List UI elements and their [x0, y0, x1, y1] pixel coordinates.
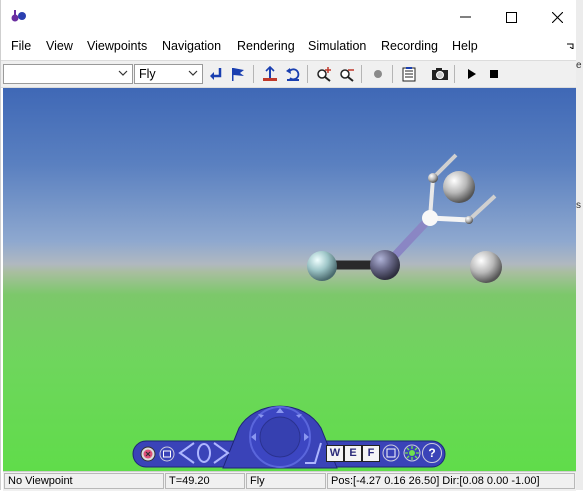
toolbar-separator [392, 65, 393, 83]
stop-icon [490, 70, 498, 78]
examine-mode-button[interactable]: E [344, 445, 362, 462]
close-icon [551, 11, 563, 23]
notes-icon [402, 67, 416, 82]
undo-move-button[interactable] [283, 64, 303, 84]
camera-icon [432, 68, 448, 80]
zoom-in-button[interactable] [314, 64, 334, 84]
title-bar [1, 0, 576, 34]
play-button[interactable] [461, 64, 481, 84]
viewer-window: File View Viewpoints Navigation Renderin… [0, 0, 576, 491]
return-to-viewpoint-button[interactable] [206, 64, 226, 84]
add-viewpoint-button[interactable] [228, 64, 248, 84]
record-dot-icon [374, 70, 382, 78]
fly-mode-button[interactable]: F [362, 445, 380, 462]
snapshot-button[interactable] [430, 64, 450, 84]
status-time: T=49.20 [165, 473, 245, 489]
resize-grip-icon [567, 43, 574, 49]
3d-viewport[interactable]: W E F ? [3, 88, 576, 471]
menu-recording[interactable]: Recording [381, 39, 438, 53]
background-window-edge: e s [575, 0, 583, 490]
menu-rendering[interactable]: Rendering [237, 39, 295, 53]
minimize-button[interactable] [442, 0, 488, 34]
chevron-down-icon [188, 70, 198, 76]
toolbar-separator [253, 65, 254, 83]
headlight-icon[interactable] [402, 443, 422, 463]
maximize-icon [505, 11, 517, 23]
chevron-down-icon [118, 70, 128, 76]
status-position: Pos:[-4.27 0.16 26.50] Dir:[0.08 0.00 -1… [327, 473, 575, 489]
toolbar-separator [307, 65, 308, 83]
menu-navigation[interactable]: Navigation [162, 39, 221, 53]
navigation-mode-combo[interactable]: Fly [134, 64, 203, 84]
straighten-view-icon[interactable] [381, 443, 401, 463]
zoom-out-icon [340, 69, 354, 82]
navigation-mode-value: Fly [139, 67, 156, 81]
viewpoint-combo[interactable] [3, 64, 133, 84]
straighten-up-icon [263, 66, 277, 81]
tilt-icon[interactable] [301, 440, 325, 466]
walk-mode-button[interactable]: W [326, 445, 344, 462]
zoom-out-button[interactable] [337, 64, 357, 84]
status-mode: Fly [246, 473, 326, 489]
menu-simulation[interactable]: Simulation [308, 39, 366, 53]
close-button[interactable] [534, 0, 580, 34]
toolbar-separator [361, 65, 362, 83]
menu-bar: File View Viewpoints Navigation Renderin… [1, 36, 576, 58]
flag-icon [232, 68, 244, 81]
toolbar-separator [454, 65, 455, 83]
left-arrow-icon[interactable] [177, 440, 197, 466]
maximize-button[interactable] [488, 0, 534, 34]
undo-move-icon [286, 68, 300, 81]
background-label: e [576, 60, 582, 71]
return-icon [210, 68, 222, 80]
status-bar: No Viewpoint T=49.20 Fly Pos:[-4.27 0.16… [3, 471, 576, 491]
straighten-button[interactable] [260, 64, 280, 84]
help-button[interactable]: ? [422, 443, 442, 463]
navigation-panel [132, 405, 446, 469]
menu-view[interactable]: View [46, 39, 73, 53]
toolbar: Fly [1, 60, 576, 88]
background-label: s [576, 200, 581, 211]
minimize-icon [459, 16, 471, 18]
menu-file[interactable]: File [11, 39, 31, 53]
play-icon [468, 69, 476, 79]
right-arrow-icon[interactable] [211, 440, 231, 466]
menu-help[interactable]: Help [452, 39, 478, 53]
zoom-in-icon [317, 67, 331, 82]
status-viewpoint: No Viewpoint [4, 473, 164, 489]
app-icon [11, 10, 26, 22]
menu-viewpoints[interactable]: Viewpoints [87, 39, 147, 53]
record-button[interactable] [368, 64, 388, 84]
notes-button[interactable] [399, 64, 419, 84]
stop-button[interactable] [484, 64, 504, 84]
